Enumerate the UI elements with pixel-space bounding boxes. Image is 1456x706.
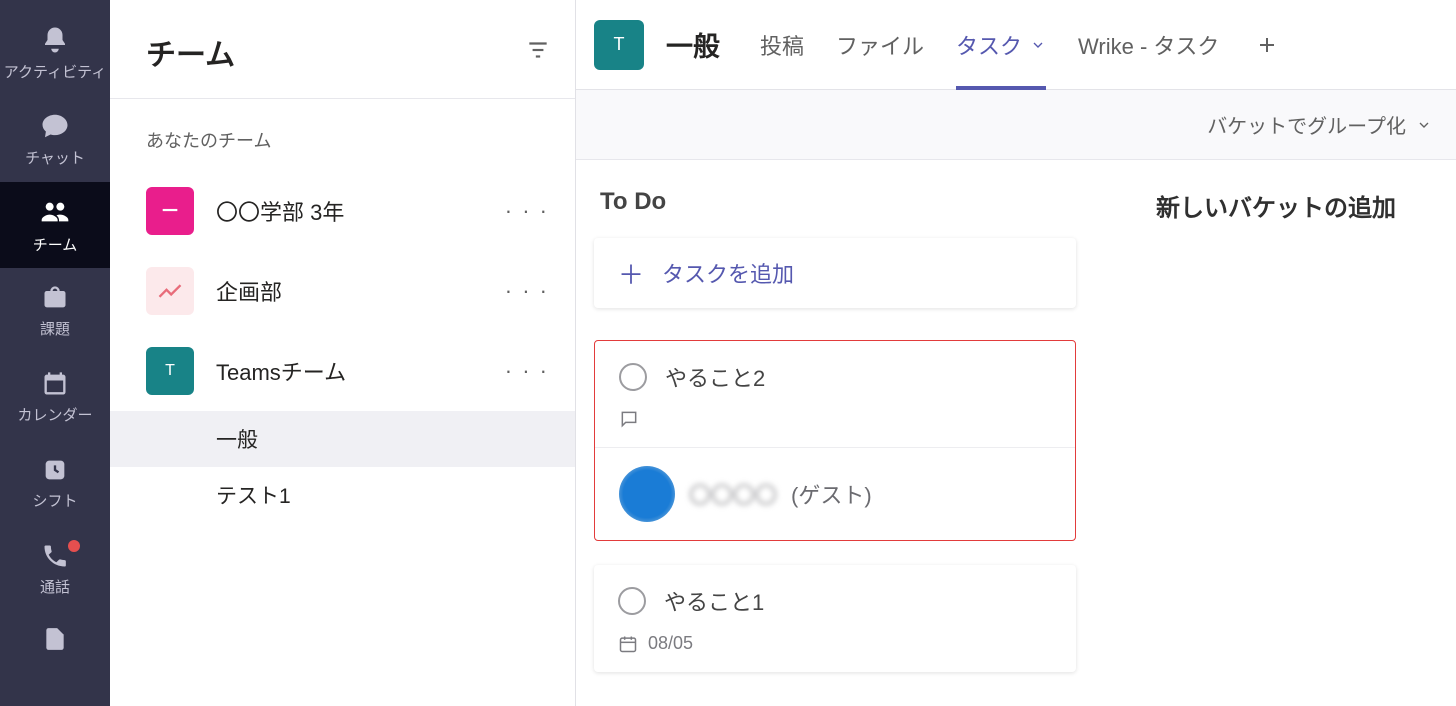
teams-icon — [39, 196, 71, 228]
filter-icon[interactable] — [525, 37, 551, 68]
bag-icon — [41, 284, 69, 312]
rail-activity-label: アクティビティ — [4, 61, 106, 82]
team-row-0[interactable]: − 〇〇学部 3年 · · · — [110, 171, 575, 251]
channel-general-label: 一般 — [216, 424, 258, 454]
sidebar-header: チーム — [110, 0, 575, 99]
team-more-2[interactable]: · · · — [505, 358, 549, 384]
rail-assignments[interactable]: 課題 — [0, 268, 110, 354]
task-due-1: 08/05 — [648, 633, 693, 654]
your-teams-label: あなたのチーム — [110, 99, 575, 171]
plus-icon — [1255, 33, 1279, 57]
chevron-down-icon — [1030, 37, 1046, 53]
assignee-name: 〇〇〇〇 — [689, 478, 777, 510]
bucket-todo-title: To Do — [594, 188, 1076, 216]
bell-icon — [40, 25, 70, 55]
add-bucket[interactable]: 新しいバケットの追加 — [1156, 188, 1416, 706]
team-name-2: Teamsチーム — [216, 355, 505, 387]
complete-toggle-1[interactable] — [618, 587, 646, 615]
rail-calls[interactable]: 通話 — [0, 526, 110, 612]
add-task-label: タスクを追加 — [662, 257, 794, 289]
clock-icon — [41, 456, 69, 484]
rail-activity[interactable]: アクティビティ — [0, 10, 110, 96]
rail-calendar[interactable]: カレンダー — [0, 354, 110, 440]
file-icon — [42, 626, 68, 652]
app-rail: アクティビティ チャット チーム 課題 カレンダー シフト 通話 — [0, 0, 110, 706]
task-board: To Do ＋ タスクを追加 やること2 〇〇〇〇 (ゲスト) — [576, 160, 1456, 706]
chart-icon — [156, 277, 184, 305]
add-tab-button[interactable] — [1247, 25, 1287, 65]
team-avatar-1 — [146, 267, 194, 315]
rail-calendar-label: カレンダー — [17, 404, 92, 425]
rail-chat-label: チャット — [25, 147, 85, 168]
team-name-1: 企画部 — [216, 275, 505, 307]
rail-teams-label: チーム — [33, 234, 78, 255]
channel-tabs: T 一般 投稿 ファイル タスク Wrike - タスク — [576, 0, 1456, 90]
chat-icon — [40, 111, 70, 141]
group-by-dropdown[interactable]: バケットでグループ化 — [1207, 110, 1432, 139]
duedate-icon — [618, 634, 638, 654]
teams-sidebar: チーム あなたのチーム − 〇〇学部 3年 · · · 企画部 · · · T … — [110, 0, 576, 706]
tab-tasks[interactable]: タスク — [942, 0, 1060, 90]
calls-notification-dot — [68, 540, 80, 552]
main-content: T 一般 投稿 ファイル タスク Wrike - タスク バケットでグループ化 … — [576, 0, 1456, 706]
team-more-1[interactable]: · · · — [505, 278, 549, 304]
task-assignee-0: 〇〇〇〇 (ゲスト) — [595, 447, 1075, 540]
rail-calls-label: 通話 — [40, 576, 70, 597]
phone-icon — [41, 542, 69, 570]
channel-general[interactable]: 一般 — [110, 411, 575, 467]
rail-files[interactable] — [0, 612, 110, 672]
plus-icon: ＋ — [618, 255, 644, 292]
bucket-todo: To Do ＋ タスクを追加 やること2 〇〇〇〇 (ゲスト) — [594, 188, 1076, 706]
team-more-0[interactable]: · · · — [505, 198, 549, 224]
rail-shifts-label: シフト — [32, 490, 77, 511]
assignee-guest-label: (ゲスト) — [791, 478, 872, 510]
team-name-0: 〇〇学部 3年 — [216, 195, 505, 227]
complete-toggle-0[interactable] — [619, 363, 647, 391]
assignee-avatar — [619, 466, 675, 522]
chevron-down-icon — [1416, 117, 1432, 133]
team-row-2[interactable]: T Teamsチーム · · · — [110, 331, 575, 411]
channel-test1-label: テスト1 — [216, 480, 291, 510]
tab-posts[interactable]: 投稿 — [746, 0, 818, 90]
channel-test1[interactable]: テスト1 — [110, 467, 575, 523]
rail-assignments-label: 課題 — [40, 318, 70, 339]
team-avatar-0: − — [146, 187, 194, 235]
task-title-1: やること1 — [664, 585, 764, 617]
add-task-button[interactable]: ＋ タスクを追加 — [594, 238, 1076, 308]
add-bucket-label: 新しいバケットの追加 — [1156, 188, 1416, 223]
sidebar-title: チーム — [146, 30, 235, 74]
channel-title: 一般 — [666, 25, 720, 64]
task-title-0: やること2 — [665, 361, 765, 393]
task-card-1[interactable]: やること1 08/05 — [594, 565, 1076, 672]
tasks-toolbar: バケットでグループ化 — [576, 90, 1456, 160]
channel-avatar: T — [594, 20, 644, 70]
team-avatar-2: T — [146, 347, 194, 395]
rail-teams[interactable]: チーム — [0, 182, 110, 268]
group-by-label: バケットでグループ化 — [1207, 110, 1406, 139]
calendar-icon — [41, 370, 69, 398]
tab-files[interactable]: ファイル — [822, 0, 938, 90]
team-row-1[interactable]: 企画部 · · · — [110, 251, 575, 331]
tab-wrike[interactable]: Wrike - タスク — [1064, 0, 1233, 90]
rail-chat[interactable]: チャット — [0, 96, 110, 182]
task-card-0[interactable]: やること2 〇〇〇〇 (ゲスト) — [594, 340, 1076, 541]
comment-icon — [619, 409, 639, 429]
rail-shifts[interactable]: シフト — [0, 440, 110, 526]
